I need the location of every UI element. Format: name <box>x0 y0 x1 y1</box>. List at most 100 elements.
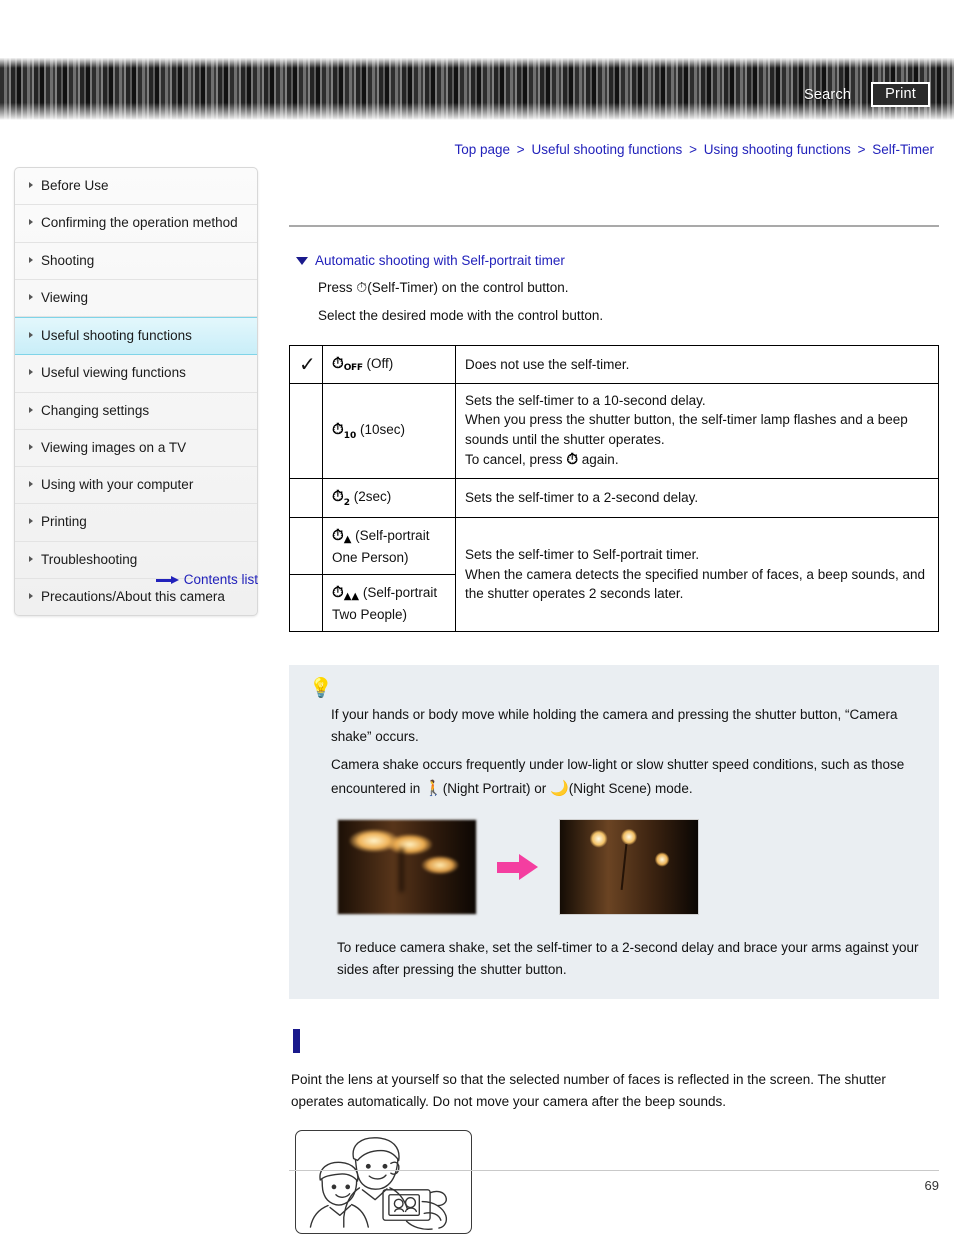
step-prefix: Press <box>318 280 353 295</box>
description-line: Sets the self-timer to a 10-second delay… <box>465 392 706 408</box>
page-number: 69 <box>924 1178 939 1193</box>
self-timer-self-portrait-two-icon: ⏱▲▲ <box>332 583 360 603</box>
self-timer-icon: ⏱ <box>356 280 368 296</box>
row-mode-label: (10sec) <box>360 421 406 437</box>
sidebar-item-shooting[interactable]: Shooting <box>15 243 257 280</box>
row-mode-label: (2sec) <box>353 489 392 504</box>
sidebar-item-viewing[interactable]: Viewing <box>15 280 257 317</box>
sidebar-item-label: Changing settings <box>41 402 150 418</box>
triangle-down-icon <box>296 256 308 265</box>
section-marker <box>293 1028 300 1053</box>
self-timer-2sec-icon: ⏱2 <box>332 487 350 508</box>
breadcrumb-item-using-shooting-functions[interactable]: Using shooting functions <box>704 142 851 157</box>
bottom-section: Point the lens at yourself so that the s… <box>289 1028 939 1235</box>
sidebar-item-label: Useful shooting functions <box>41 328 192 343</box>
checkmark-icon: ✓ <box>299 352 316 376</box>
contents-list-label[interactable]: Contents list <box>184 572 258 587</box>
chevron-right-icon <box>29 369 33 376</box>
arrow-right-icon <box>155 576 180 585</box>
night-portrait-label: (Night Portrait) or <box>442 780 547 796</box>
chevron-right-icon <box>29 443 33 450</box>
row-checkmark-cell <box>289 477 323 519</box>
section-heading-label: Automatic shooting with Self-portrait ti… <box>315 253 565 268</box>
breadcrumb-separator: > <box>689 142 697 157</box>
chevron-right-icon <box>29 406 33 413</box>
breadcrumb-separator: > <box>516 142 525 157</box>
row-mode-cell: ⏱2 (2sec) <box>322 477 456 519</box>
chevron-right-icon <box>29 219 33 226</box>
sidebar-item-confirming-the-operation-method[interactable]: Confirming the operation method <box>15 205 257 243</box>
sidebar-item-label: Before Use <box>41 178 109 193</box>
table-row: ⏱2 (2sec) Sets the self-timer to a 2-sec… <box>289 477 939 519</box>
bottom-section-text: Point the lens at yourself so that the s… <box>291 1071 886 1109</box>
sidebar-item-label: Viewing images on a TV <box>41 439 187 455</box>
tip-paragraph-2: Camera shake occurs frequently under low… <box>331 754 921 800</box>
breadcrumb-item-useful-shooting-functions[interactable]: Useful shooting functions <box>531 142 682 157</box>
chevron-right-icon <box>29 481 33 487</box>
table-row: ⏱▲ (Self-portrait One Person) Sets the s… <box>289 517 939 633</box>
sidebar-item-useful-viewing-functions[interactable]: Useful viewing functions <box>15 355 257 393</box>
footer-divider <box>289 1170 939 1171</box>
content-divider <box>289 225 939 227</box>
row-mode-cell: ⏱▲▲ (Self-portrait Two People) <box>322 574 456 633</box>
row-checkmark-cell <box>289 382 323 480</box>
tip-footnote: To reduce camera shake, set the self-tim… <box>337 940 919 977</box>
contents-list-link[interactable]: Contents list <box>14 572 258 587</box>
search-button[interactable]: Search <box>798 86 857 104</box>
chevron-right-icon <box>29 293 33 300</box>
sidebar-item-printing[interactable]: Printing <box>15 504 257 542</box>
row-description-cell-self-portrait: Sets the self-timer to Self-portrait tim… <box>455 517 939 633</box>
chevron-right-icon <box>29 256 33 263</box>
self-timer-self-portrait-one-icon: ⏱▲ <box>332 526 352 546</box>
sidebar-item-label: Precautions/About this camera <box>41 588 225 604</box>
sidebar-navigation: Before Use Confirming the operation meth… <box>14 167 258 616</box>
row-mode-cell: ⏱▲ (Self-portrait One Person) <box>322 517 456 576</box>
sidebar-item-label: Shooting <box>41 252 95 268</box>
row-description-cell: Sets the self-timer to a 2-second delay. <box>455 477 939 519</box>
camera-shake-comparison <box>337 819 921 916</box>
sidebar-item-label: Printing <box>41 514 87 530</box>
section-heading-automatic-shooting[interactable]: Automatic shooting with Self-portrait ti… <box>296 253 939 268</box>
breadcrumb-item-top-page[interactable]: Top page <box>454 142 510 157</box>
night-scene-label: (Night Scene) mode. <box>568 780 693 796</box>
cancel-suffix: again. <box>581 452 619 468</box>
cancel-prefix: To cancel, press <box>465 452 563 468</box>
row-description-cell: Does not use the self-timer. <box>455 345 939 384</box>
chevron-right-icon <box>29 332 33 338</box>
row-mode-label: (Off) <box>366 356 394 372</box>
sidebar-item-label: Viewing <box>41 289 89 305</box>
sidebar-item-changing-settings[interactable]: Changing settings <box>15 393 257 430</box>
description-line: Sets the self-timer to Self-portrait tim… <box>465 547 700 563</box>
self-timer-mode-table: ✓ ⏱OFF (Off) Does not use the self-timer… <box>289 345 939 633</box>
row-description-cell: Sets the self-timer to a 10-second delay… <box>455 382 939 480</box>
sidebar-item-useful-shooting-functions[interactable]: Useful shooting functions <box>15 317 257 356</box>
sidebar-item-label: Using with your computer <box>41 477 194 492</box>
sidebar-item-label: Troubleshooting <box>41 551 138 567</box>
chevron-right-icon <box>29 518 33 525</box>
description-line: When the camera detects the specified nu… <box>465 566 926 602</box>
row-mode-cell: ⏱10 (10sec) <box>322 382 456 480</box>
chevron-right-icon <box>29 555 33 562</box>
print-button[interactable]: Print <box>871 82 930 107</box>
sidebar-item-using-with-your-computer[interactable]: Using with your computer <box>15 467 257 505</box>
tip-box: 💡 If your hands or body move while holdi… <box>289 665 939 999</box>
sidebar-item-label: Useful viewing functions <box>41 365 186 381</box>
self-timer-off-icon: ⏱OFF <box>332 354 363 374</box>
breadcrumb-item-self-timer[interactable]: Self-Timer <box>872 142 934 157</box>
tip-paragraph-1: If your hands or body move while holding… <box>331 707 898 745</box>
chevron-right-icon <box>29 182 33 188</box>
step-press-self-timer: Press ⏱(Self-Timer) on the control butto… <box>318 280 939 296</box>
chevron-right-icon <box>29 592 33 599</box>
description-line: When you press the shutter button, the s… <box>465 412 908 447</box>
description-line: To cancel, press ⏱ again. <box>465 449 929 471</box>
step-select-mode: Select the desired mode with the control… <box>318 308 604 323</box>
header-actions: Search Print <box>798 82 930 107</box>
sidebar-item-before-use[interactable]: Before Use <box>15 168 257 206</box>
sidebar-item-viewing-images-on-a-tv[interactable]: Viewing images on a TV <box>15 430 257 467</box>
row-checkmark-cell <box>289 517 323 576</box>
blurred-chandelier-photo <box>337 819 477 916</box>
night-scene-moon-icon: 🌙 <box>550 778 569 797</box>
breadcrumb-separator: > <box>857 142 866 157</box>
sidebar-item-label: Confirming the operation method <box>41 215 238 231</box>
row-checkmark-cell: ✓ <box>289 345 323 384</box>
